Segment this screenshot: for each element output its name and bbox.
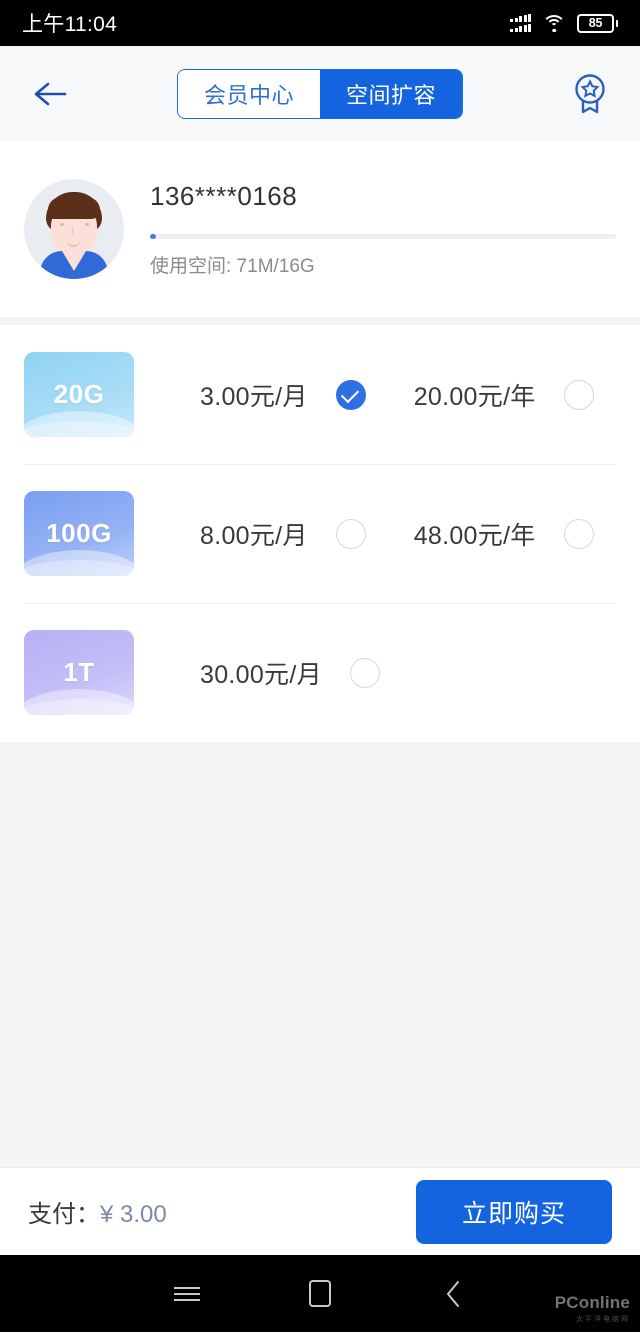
signal-icon xyxy=(510,14,531,32)
storage-usage-label: 使用空间: 71M/16G xyxy=(150,255,315,277)
watermark-sub: 太平洋电脑网 xyxy=(576,1316,630,1323)
battery-level-label: 85 xyxy=(588,16,603,30)
avatar xyxy=(24,179,124,279)
nav-recents-button[interactable] xyxy=(121,1255,254,1332)
profile-section: 136****0168 使用空间: 71M/16G xyxy=(0,141,640,317)
chevron-left-icon xyxy=(447,1280,459,1307)
price-monthly: 30.00元/月 xyxy=(200,660,322,689)
radio-monthly[interactable] xyxy=(349,657,380,688)
radio-yearly[interactable] xyxy=(563,518,594,549)
battery-icon: 85 xyxy=(577,13,618,33)
plan-option-monthly[interactable]: 3.00元/月 xyxy=(200,377,366,413)
plan-option-monthly[interactable]: 8.00元/月 xyxy=(200,516,366,552)
tier-label: 20G xyxy=(53,379,105,409)
plan-option-yearly[interactable]: 20.00元/年 xyxy=(414,377,594,413)
storage-progress-fill xyxy=(150,233,156,239)
plan-option-yearly[interactable]: 48.00元/年 xyxy=(414,516,594,552)
price-yearly: 48.00元/年 xyxy=(413,521,536,550)
home-square-icon xyxy=(309,1280,331,1307)
nav-home-button[interactable] xyxy=(254,1255,387,1332)
watermark: PConline 太平洋电脑网 xyxy=(555,1293,630,1324)
price-monthly: 8.00元/月 xyxy=(200,521,308,550)
tab-storage-expansion[interactable]: 空间扩容 xyxy=(320,69,463,118)
plan-option-monthly[interactable]: 30.00元/月 xyxy=(200,655,380,691)
nav-back-button[interactable] xyxy=(387,1255,520,1332)
medal-badge-icon xyxy=(575,73,605,113)
tab-member-center[interactable]: 会员中心 xyxy=(177,69,320,118)
arrow-left-icon xyxy=(34,82,67,105)
wifi-icon xyxy=(542,14,566,32)
radio-yearly[interactable] xyxy=(563,379,594,410)
tier-label: 1T xyxy=(63,657,95,687)
watermark-main: PConline xyxy=(554,1293,630,1312)
table-row[interactable]: 1T 30.00元/月 xyxy=(0,603,640,742)
radio-monthly[interactable] xyxy=(335,379,366,410)
plan-list: 20G 3.00元/月 20.00元/年 100G 8.00元/月 48.00元… xyxy=(0,325,640,742)
status-time: 上午11:04 xyxy=(22,13,118,36)
back-button[interactable] xyxy=(24,68,76,120)
tier-badge-100g: 100G xyxy=(24,491,134,576)
system-nav-bar: PConline 太平洋电脑网 xyxy=(0,1255,640,1332)
tier-label: 100G xyxy=(46,518,112,548)
menu-icon xyxy=(174,1283,200,1305)
app-screen: 上午11:04 85 会员中心 空间扩容 136****0168 使用空间: 7… xyxy=(0,0,640,1332)
status-icons: 85 xyxy=(510,13,618,33)
status-bar: 上午11:04 85 xyxy=(0,0,640,46)
phone-number: 136****0168 xyxy=(150,180,298,211)
medal-button[interactable] xyxy=(564,68,616,120)
tier-badge-20g: 20G xyxy=(24,352,134,437)
payment-amount: ¥ 3.00 xyxy=(100,1201,167,1228)
radio-monthly[interactable] xyxy=(335,518,366,549)
buy-now-button[interactable]: 立即购买 xyxy=(416,1179,612,1244)
payment-label: 支付： xyxy=(28,1201,100,1228)
segmented-tab-control[interactable]: 会员中心 空间扩容 xyxy=(176,68,464,119)
app-header: 会员中心 空间扩容 xyxy=(0,46,640,141)
price-yearly: 20.00元/年 xyxy=(413,382,536,411)
payment-bar: 支付：¥ 3.00 立即购买 xyxy=(0,1167,640,1255)
table-row[interactable]: 100G 8.00元/月 48.00元/年 xyxy=(0,464,640,603)
price-monthly: 3.00元/月 xyxy=(200,382,308,411)
section-divider-top xyxy=(0,317,640,325)
payment-summary: 支付：¥ 3.00 xyxy=(28,1194,167,1229)
profile-info: 136****0168 使用空间: 71M/16G xyxy=(150,181,616,278)
storage-progress-bar xyxy=(150,233,616,239)
table-row[interactable]: 20G 3.00元/月 20.00元/年 xyxy=(0,325,640,464)
tier-badge-1t: 1T xyxy=(24,630,134,715)
